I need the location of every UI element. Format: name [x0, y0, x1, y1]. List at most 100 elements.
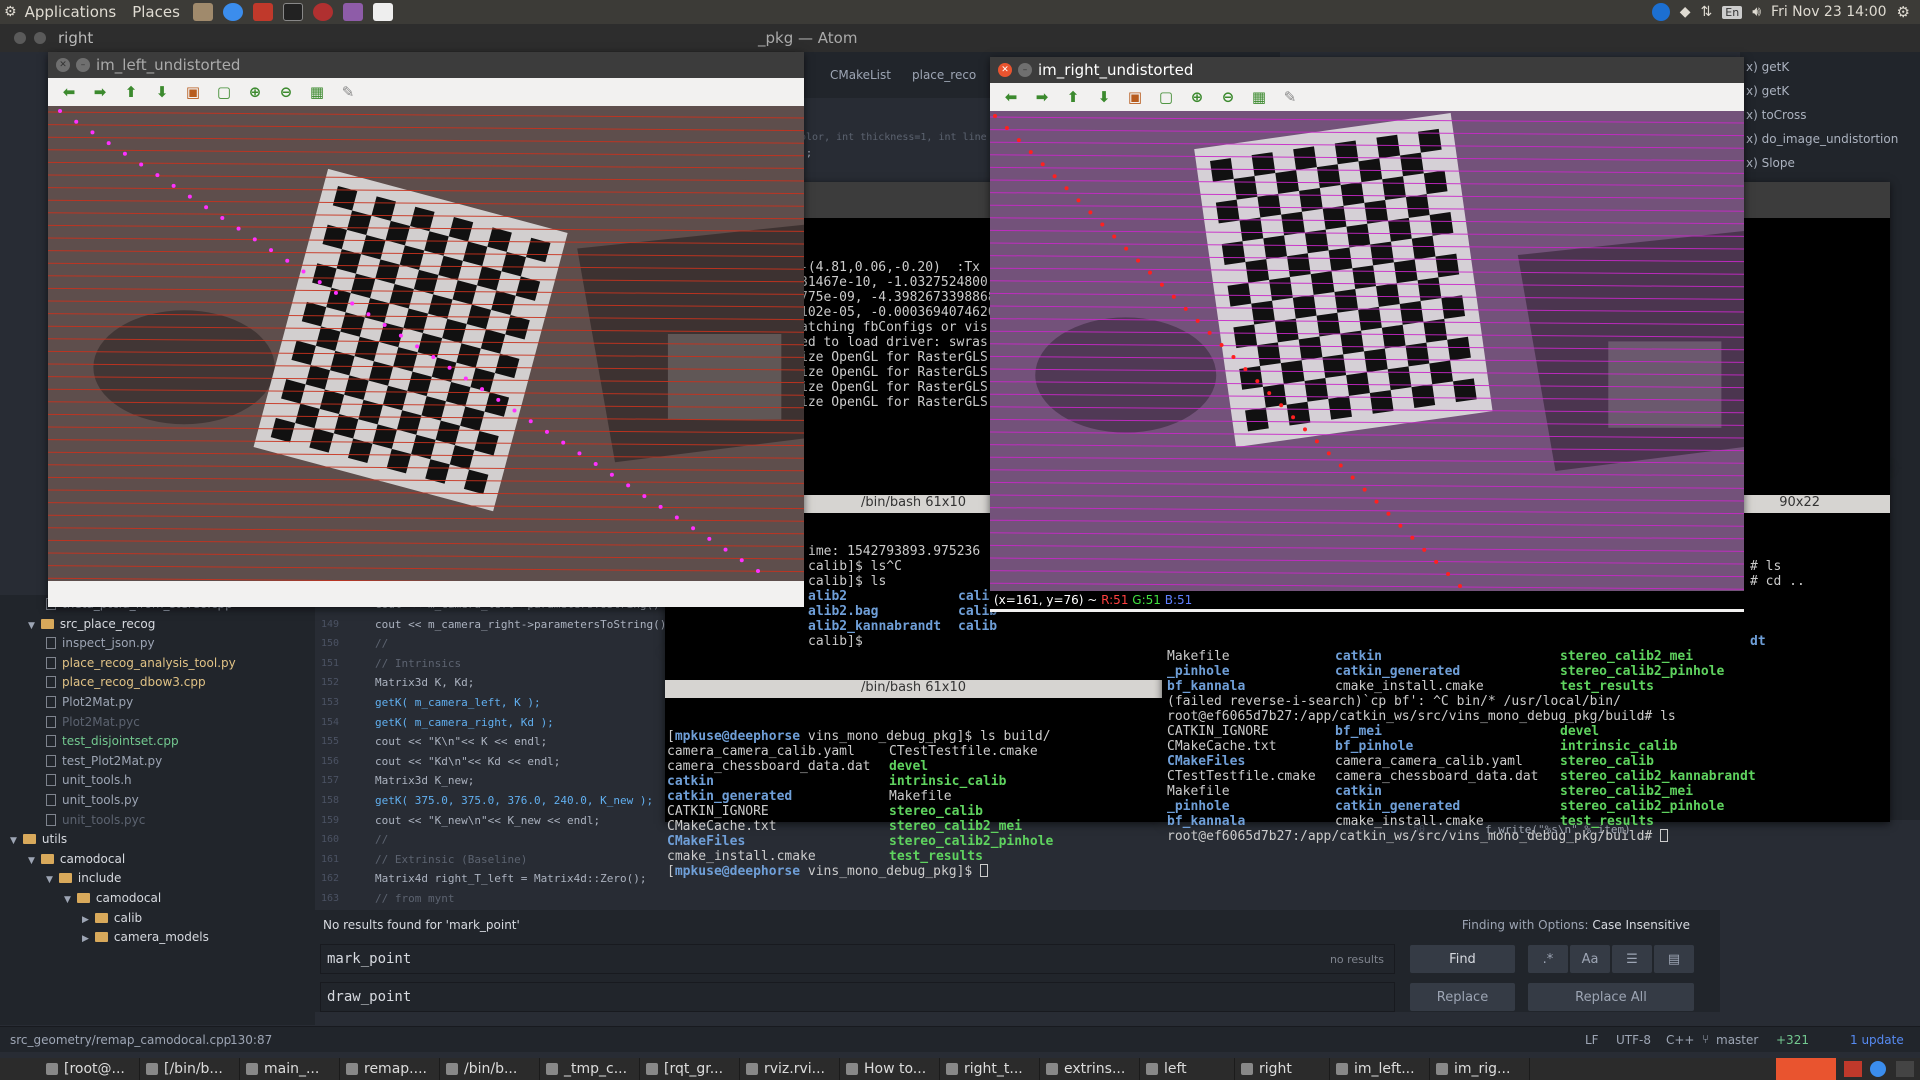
tree-item[interactable]: ▶ camera_models: [82, 930, 209, 944]
settings-launcher-icon[interactable]: [342, 3, 363, 21]
pan-left-icon[interactable]: ⬅: [58, 82, 80, 102]
taskbar-item[interactable]: main_...: [240, 1058, 340, 1080]
tree-item[interactable]: unit_tools.pyc: [46, 813, 145, 827]
properties-icon[interactable]: ✎: [337, 82, 359, 102]
show-desktop-icon[interactable]: [0, 1058, 40, 1080]
tab-place-recog[interactable]: place_reco: [912, 68, 976, 82]
taskbar-item[interactable]: [rqt_gr...: [640, 1058, 740, 1080]
zoom-in-icon[interactable]: ⊕: [1186, 87, 1208, 107]
status-grammar[interactable]: C++: [1666, 1033, 1695, 1047]
zoom-image-icon[interactable]: ▣: [1124, 87, 1146, 107]
status-git-diff[interactable]: +321: [1776, 1033, 1809, 1047]
git-launcher-icon[interactable]: [312, 3, 333, 21]
status-file-path[interactable]: src_geometry/remap_camodocal.cpp: [10, 1033, 231, 1047]
tree-item[interactable]: unit_tools.h: [46, 773, 132, 787]
tab-cmakelists[interactable]: CMakeList: [830, 68, 891, 82]
file-manager-launcher-icon[interactable]: [192, 3, 213, 21]
tree-item[interactable]: ▼ src_place_recog: [28, 617, 155, 631]
left-window-close-button[interactable]: ✕: [56, 58, 70, 72]
tree-item[interactable]: ▼ include: [46, 871, 121, 885]
pan-down-icon[interactable]: ⬇: [151, 82, 173, 102]
network-icon[interactable]: ⇅: [1701, 4, 1713, 20]
find-button[interactable]: Find: [1410, 945, 1515, 973]
outline-item[interactable]: x) getK: [1746, 84, 1789, 98]
replace-all-button[interactable]: Replace All: [1528, 983, 1694, 1011]
status-cursor-position[interactable]: 130:87: [230, 1033, 272, 1047]
im-right-window[interactable]: ✕ – im_right_undistorted ⬅ ➡ ⬆ ⬇ ▣ ▢ ⊕ ⊖…: [990, 57, 1744, 612]
dropbox-icon[interactable]: ◆: [1680, 4, 1691, 20]
keyboard-layout-indicator[interactable]: En: [1722, 5, 1743, 19]
zoom-fit-icon[interactable]: ▢: [1155, 87, 1177, 107]
clock[interactable]: Fri Nov 23 14:00: [1771, 4, 1887, 20]
tree-item[interactable]: place_recog_dbow3.cpp: [46, 675, 206, 689]
case-sensitive-toggle[interactable]: Aa: [1570, 945, 1610, 973]
taskbar-item[interactable]: remap....: [340, 1058, 440, 1080]
zoom-out-icon[interactable]: ⊖: [275, 82, 297, 102]
tree-item[interactable]: ▼ camodocal: [64, 891, 161, 905]
taskbar-item[interactable]: [/bin/b...: [140, 1058, 240, 1080]
im-left-window[interactable]: ✕ – im_left_undistorted ⬅ ➡ ⬆ ⬇ ▣ ▢ ⊕ ⊖ …: [48, 52, 804, 607]
pan-right-icon[interactable]: ➡: [1031, 87, 1053, 107]
text-editor-launcher-icon[interactable]: [372, 3, 393, 21]
pan-left-icon[interactable]: ⬅: [1000, 87, 1022, 107]
volume-icon[interactable]: 🔊︎: [1752, 4, 1761, 20]
pan-right-icon[interactable]: ➡: [89, 82, 111, 102]
left-image-canvas[interactable]: [48, 106, 804, 581]
status-git-branch[interactable]: master: [1716, 1033, 1758, 1047]
right-window-minimize-button[interactable]: –: [1018, 63, 1032, 77]
right-window-close-button[interactable]: ✕: [998, 63, 1012, 77]
tree-item[interactable]: place_recog_analysis_tool.py: [46, 656, 236, 670]
atom-minimize-button[interactable]: [34, 32, 46, 44]
zoom-fit-icon[interactable]: ▢: [213, 82, 235, 102]
regex-toggle[interactable]: .*: [1528, 945, 1568, 973]
tray-icon[interactable]: [1844, 1061, 1862, 1077]
tree-item[interactable]: test_disjointset.cpp: [46, 734, 179, 748]
replace-input[interactable]: draw_point: [320, 982, 1395, 1012]
tray-terminal-icon[interactable]: [1896, 1061, 1914, 1077]
chrome-launcher-icon[interactable]: [222, 3, 243, 21]
tree-item[interactable]: Plot2Mat.pyc: [46, 715, 140, 729]
tree-item[interactable]: unit_tools.py: [46, 793, 139, 807]
tree-item[interactable]: ▼ camodocal: [28, 852, 125, 866]
taskbar-item[interactable]: /bin/b...: [440, 1058, 540, 1080]
taskbar-item[interactable]: [root@...: [40, 1058, 140, 1080]
app-launcher-icon[interactable]: [252, 3, 273, 21]
properties-icon[interactable]: ✎: [1279, 87, 1301, 107]
status-encoding[interactable]: UTF-8: [1616, 1033, 1651, 1047]
whole-word-toggle[interactable]: ▤: [1654, 945, 1694, 973]
status-updates[interactable]: 1 update: [1850, 1033, 1904, 1047]
tray-chrome-icon[interactable]: [1870, 1061, 1886, 1077]
taskbar-item[interactable]: im_left...: [1330, 1058, 1430, 1080]
system-menu-icon[interactable]: ⚙: [1897, 3, 1910, 21]
selection-only-toggle[interactable]: ☰: [1612, 945, 1652, 973]
outline-item[interactable]: x) toCross: [1746, 108, 1807, 122]
tree-item[interactable]: inspect_json.py: [46, 636, 155, 650]
save-icon[interactable]: ▦: [1248, 87, 1270, 107]
outline-item[interactable]: x) Slope: [1746, 156, 1795, 170]
terminal-launcher-icon[interactable]: [282, 3, 303, 21]
zoom-image-icon[interactable]: ▣: [182, 82, 204, 102]
taskbar-item[interactable]: left: [1140, 1058, 1235, 1080]
pan-up-icon[interactable]: ⬆: [1062, 87, 1084, 107]
taskbar-item[interactable]: right_t...: [940, 1058, 1040, 1080]
pan-down-icon[interactable]: ⬇: [1093, 87, 1115, 107]
outline-item[interactable]: x) getK: [1746, 60, 1789, 74]
tree-item[interactable]: ▶ calib: [82, 911, 142, 925]
taskbar-item[interactable]: right: [1235, 1058, 1330, 1080]
places-menu[interactable]: Places: [124, 3, 188, 21]
replace-button[interactable]: Replace: [1410, 983, 1515, 1011]
find-input[interactable]: mark_point no results: [320, 944, 1395, 974]
tree-item[interactable]: ▼ utils: [10, 832, 67, 846]
atom-close-button[interactable]: [14, 32, 26, 44]
left-window-minimize-button[interactable]: –: [76, 58, 90, 72]
taskbar-item[interactable]: extrins...: [1040, 1058, 1140, 1080]
pan-up-icon[interactable]: ⬆: [120, 82, 142, 102]
terminal-bottom-window[interactable]: /bin/bash 61x10 [mpkuse@deephorse vins_m…: [665, 650, 1162, 879]
zoom-out-icon[interactable]: ⊖: [1217, 87, 1239, 107]
taskbar-item[interactable]: im_rig...: [1430, 1058, 1530, 1080]
outline-item[interactable]: x) do_image_undistortion: [1746, 132, 1898, 146]
taskbar-item[interactable]: How to...: [840, 1058, 940, 1080]
taskbar-item[interactable]: _tmp_c...: [540, 1058, 640, 1080]
taskbar-item[interactable]: rviz.rvi...: [740, 1058, 840, 1080]
zoom-in-icon[interactable]: ⊕: [244, 82, 266, 102]
